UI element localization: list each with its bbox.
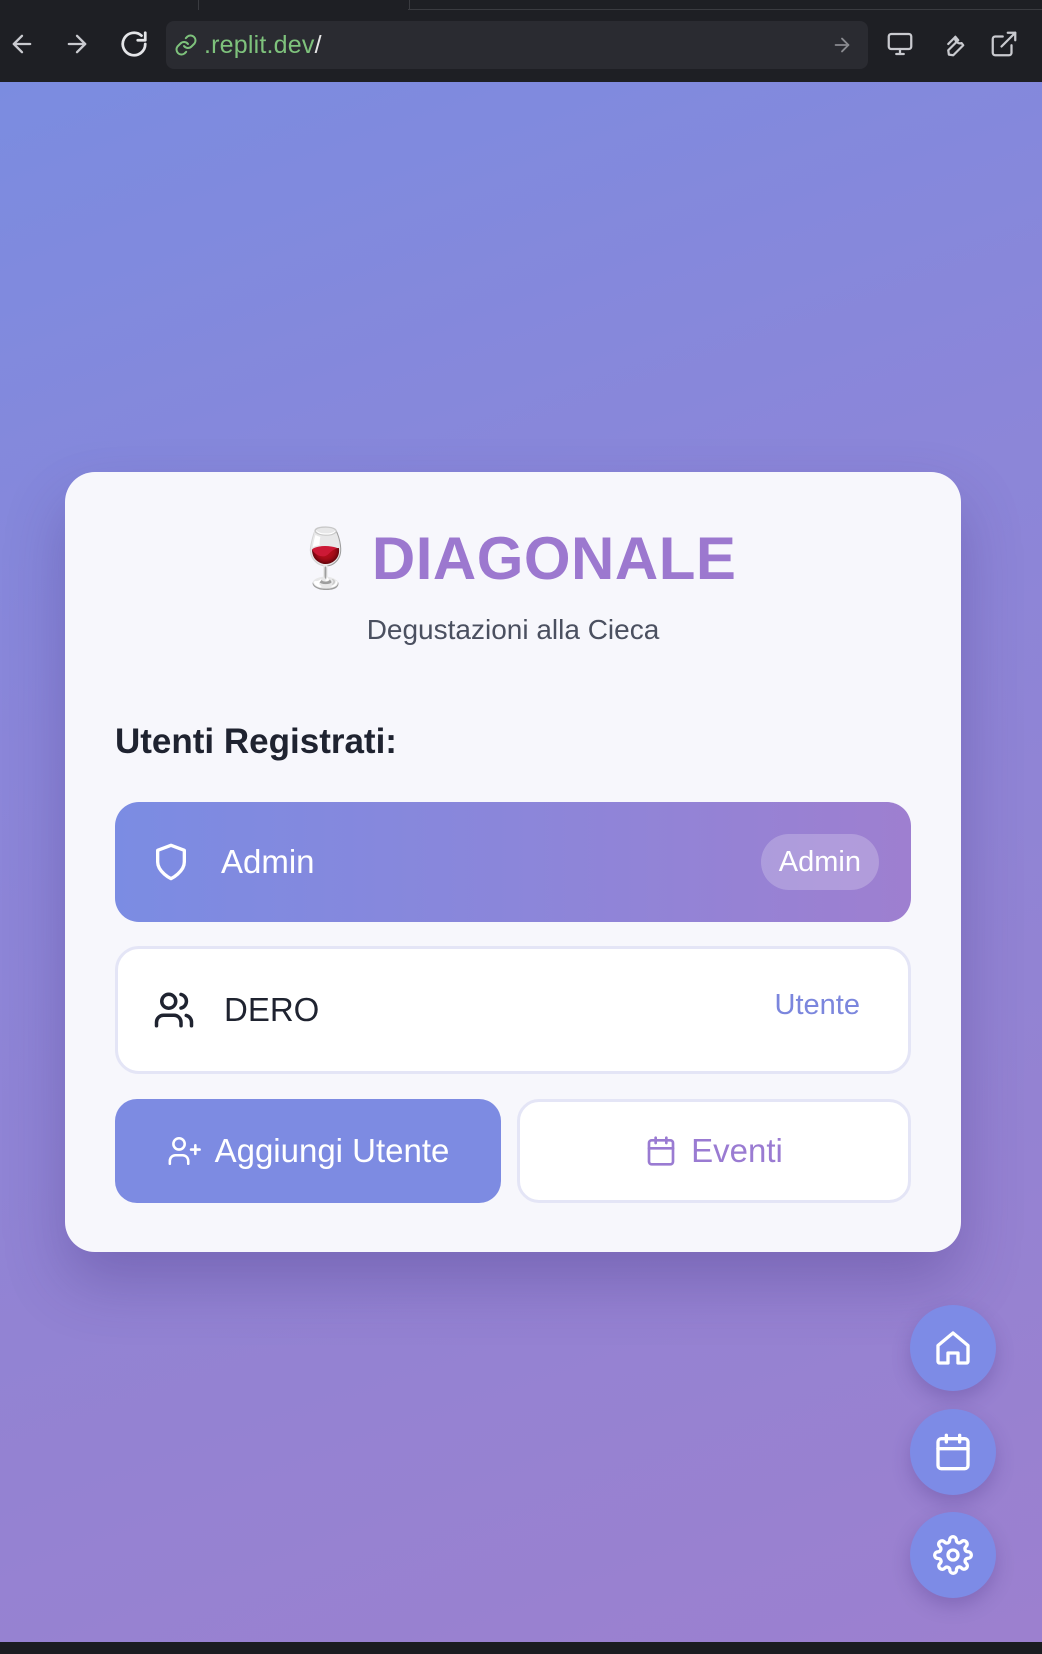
- external-link-icon: [991, 31, 1017, 57]
- arrow-left-icon: [12, 34, 32, 54]
- tabstrip-border: [408, 9, 1042, 10]
- login-card: 🍷 DIAGONALE Degustazioni alla Cieca Uten…: [65, 472, 961, 1252]
- events-button[interactable]: Eventi: [517, 1099, 911, 1203]
- role-badge: Admin: [760, 834, 879, 890]
- home-icon: [936, 1331, 970, 1365]
- wine-glass-icon: 🍷: [289, 525, 362, 591]
- app-header: 🍷 DIAGONALE: [65, 524, 961, 593]
- users-icon: [152, 988, 196, 1032]
- back-button[interactable]: [4, 26, 40, 62]
- events-label: Eventi: [691, 1132, 783, 1169]
- app-subtitle: Degustazioni alla Cieca: [366, 614, 660, 645]
- arrow-right-icon: [67, 34, 87, 54]
- url-domain: .replit.dev: [204, 30, 315, 59]
- user-name: DERO: [224, 991, 320, 1028]
- link-icon: [175, 34, 197, 56]
- shield-icon: [149, 840, 193, 884]
- browser-toolbar: .replit.dev/: [0, 0, 1042, 82]
- app-viewport: 🍷 DIAGONALE Degustazioni alla Cieca Uten…: [0, 82, 1042, 1642]
- section-title: Utenti Registrati:: [115, 722, 397, 761]
- calendar-fab[interactable]: [910, 1409, 996, 1495]
- url-text: .replit.dev/: [204, 31, 322, 60]
- user-name: Admin: [221, 843, 315, 880]
- go-button[interactable]: [826, 29, 858, 61]
- calendar-icon: [936, 1433, 970, 1471]
- tab-divider: [198, 0, 410, 10]
- monitor-icon: [887, 32, 913, 56]
- address-bar[interactable]: .replit.dev/: [166, 21, 868, 69]
- reload-icon: [121, 31, 147, 57]
- devices-button[interactable]: [882, 26, 918, 62]
- home-fab[interactable]: [910, 1305, 996, 1391]
- calendar-icon: [647, 1136, 675, 1166]
- settings-fab[interactable]: [910, 1512, 996, 1598]
- window-bottom-edge: [0, 1642, 1042, 1654]
- user-row-admin[interactable]: Admin Admin: [115, 802, 911, 922]
- url-path: /: [314, 30, 322, 59]
- forward-button[interactable]: [59, 26, 95, 62]
- gear-icon: [933, 1535, 973, 1575]
- add-user-label: Aggiungi Utente: [214, 1132, 450, 1169]
- user-row-dero[interactable]: DERO Utente: [115, 946, 911, 1074]
- add-user-button[interactable]: Aggiungi Utente: [115, 1099, 501, 1203]
- user-plus-icon: [168, 1136, 201, 1166]
- open-new-tab-button[interactable]: [986, 26, 1022, 62]
- wrench-icon: [947, 35, 965, 57]
- arrow-right-icon: [834, 37, 850, 53]
- role-label: Utente: [774, 989, 860, 1021]
- app-title: DIAGONALE: [371, 525, 737, 592]
- devtools-button[interactable]: [934, 26, 970, 62]
- reload-button[interactable]: [116, 26, 152, 62]
